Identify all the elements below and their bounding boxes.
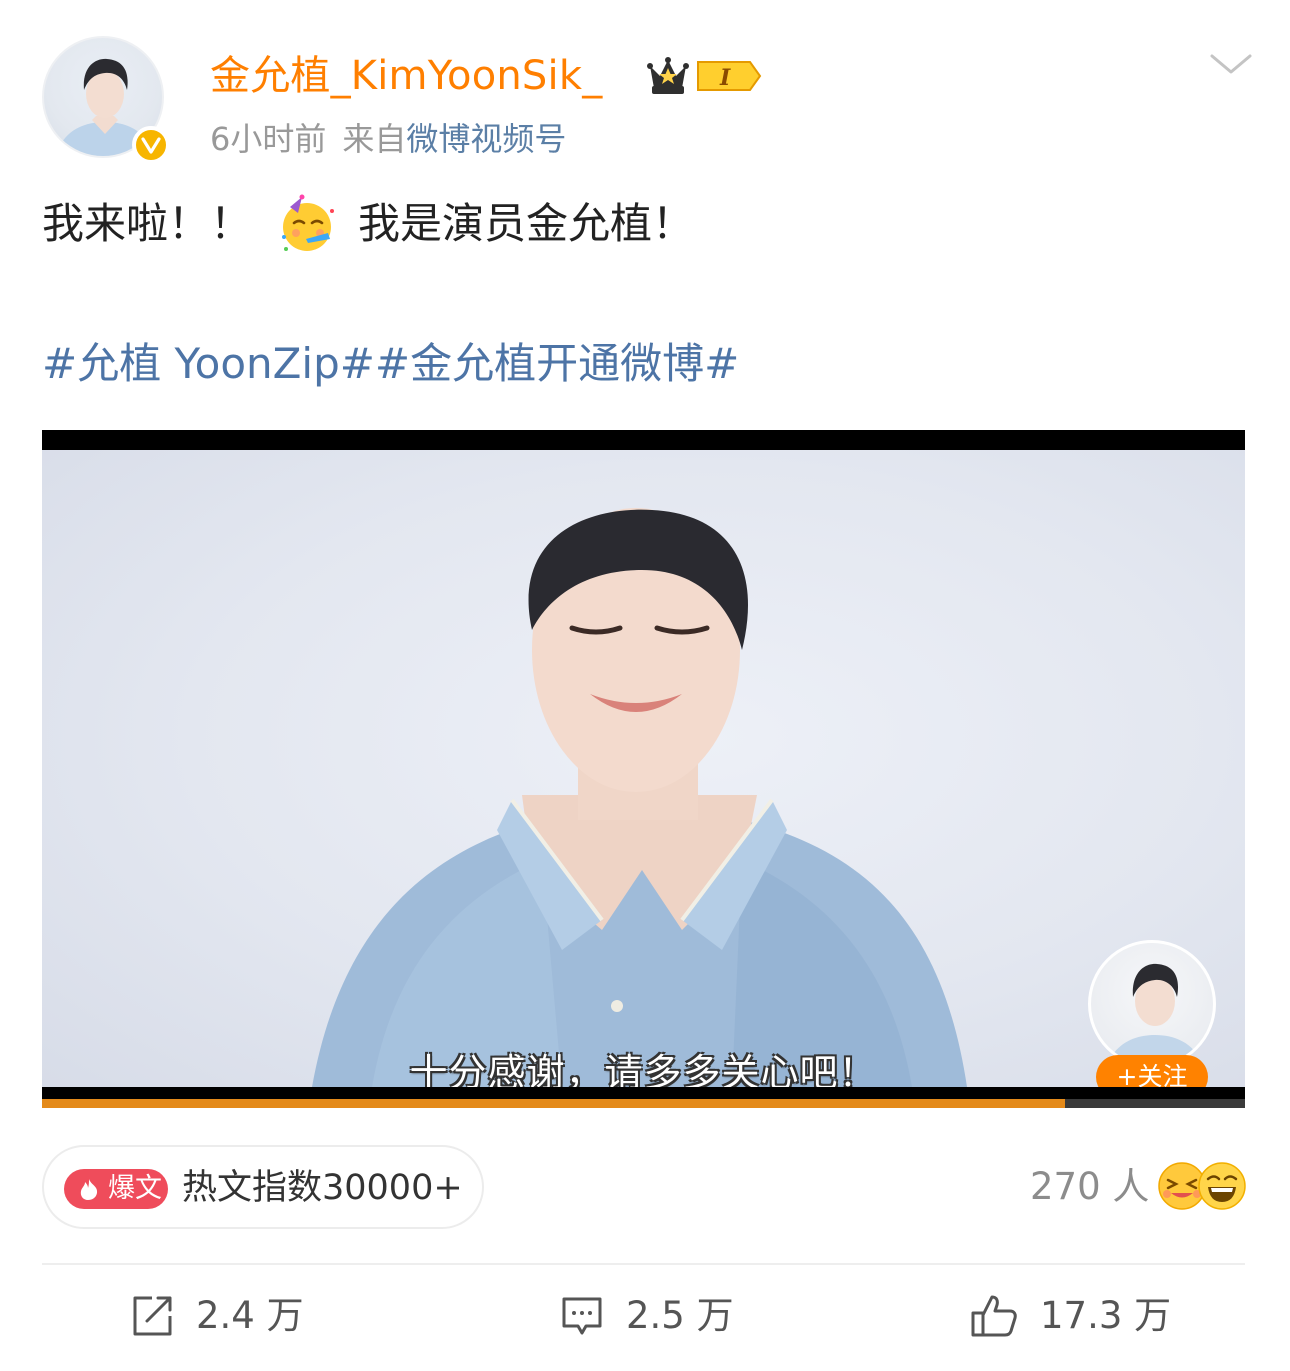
divider: [42, 1263, 1245, 1265]
hot-index-text: 热文指数30000+: [182, 1168, 463, 1208]
follow-button[interactable]: +关注: [1096, 1055, 1208, 1087]
video-person-illustration: [312, 508, 967, 1087]
video-progress-bar[interactable]: [42, 1099, 1245, 1108]
vip-crown-badge-icon[interactable]: I: [646, 54, 762, 98]
username[interactable]: 金允植_KimYoonSik_: [210, 52, 602, 100]
post-time: 6小时前: [210, 120, 327, 158]
post-from-label: 来自: [342, 120, 407, 158]
post-source-link[interactable]: 微博视频号: [406, 120, 566, 158]
post-text-part-2: 我是演员金允植！: [358, 199, 695, 248]
post-text-part-1: 我来啦！！: [42, 199, 253, 248]
post-meta: 6小时前 来自微博视频号: [210, 118, 566, 160]
repost-count: 2.4 万: [196, 1294, 304, 1337]
hashtag-links[interactable]: #允植 YoonZip##金允植开通微博#: [42, 334, 739, 394]
video-player[interactable]: 十分感谢，请多多关心吧！ +关注: [42, 430, 1245, 1108]
video-creator-avatar-image: [1107, 963, 1203, 1065]
hot-post-tag: 爆文: [64, 1169, 168, 1209]
like-count: 17.3 万: [1040, 1294, 1172, 1337]
like-button[interactable]: 17.3 万: [970, 1290, 1171, 1342]
comment-count: 2.5 万: [626, 1294, 734, 1337]
laughing-face-emoji-icon: [1198, 1162, 1246, 1210]
flame-icon: [80, 1179, 98, 1200]
repost-button[interactable]: 2.4 万: [130, 1290, 304, 1342]
thumbs-up-icon: [971, 1295, 1017, 1337]
verified-badge-icon: [132, 126, 170, 164]
chevron-down-icon[interactable]: [1206, 46, 1256, 80]
video-creator-avatar[interactable]: [1088, 940, 1216, 1068]
video-progress-fill: [42, 1099, 1065, 1108]
avatar[interactable]: [42, 36, 170, 164]
post-text: 我来啦！！ 我是演员金允植！: [42, 192, 694, 256]
video-frame[interactable]: 十分感谢，请多多关心吧！ +关注: [42, 450, 1245, 1087]
comment-icon: [562, 1297, 602, 1335]
hot-index-pill[interactable]: 爆文 热文指数30000+: [42, 1145, 484, 1229]
svg-text:I: I: [719, 65, 731, 91]
video-subtitle: 十分感谢，请多多关心吧！: [409, 1051, 878, 1087]
reaction-count[interactable]: 270 人: [1030, 1164, 1149, 1210]
repost-icon: [133, 1296, 172, 1336]
party-face-emoji-icon: [282, 194, 335, 251]
comment-button[interactable]: 2.5 万: [560, 1290, 734, 1342]
hot-post-tag-label: 爆文: [108, 1173, 162, 1204]
